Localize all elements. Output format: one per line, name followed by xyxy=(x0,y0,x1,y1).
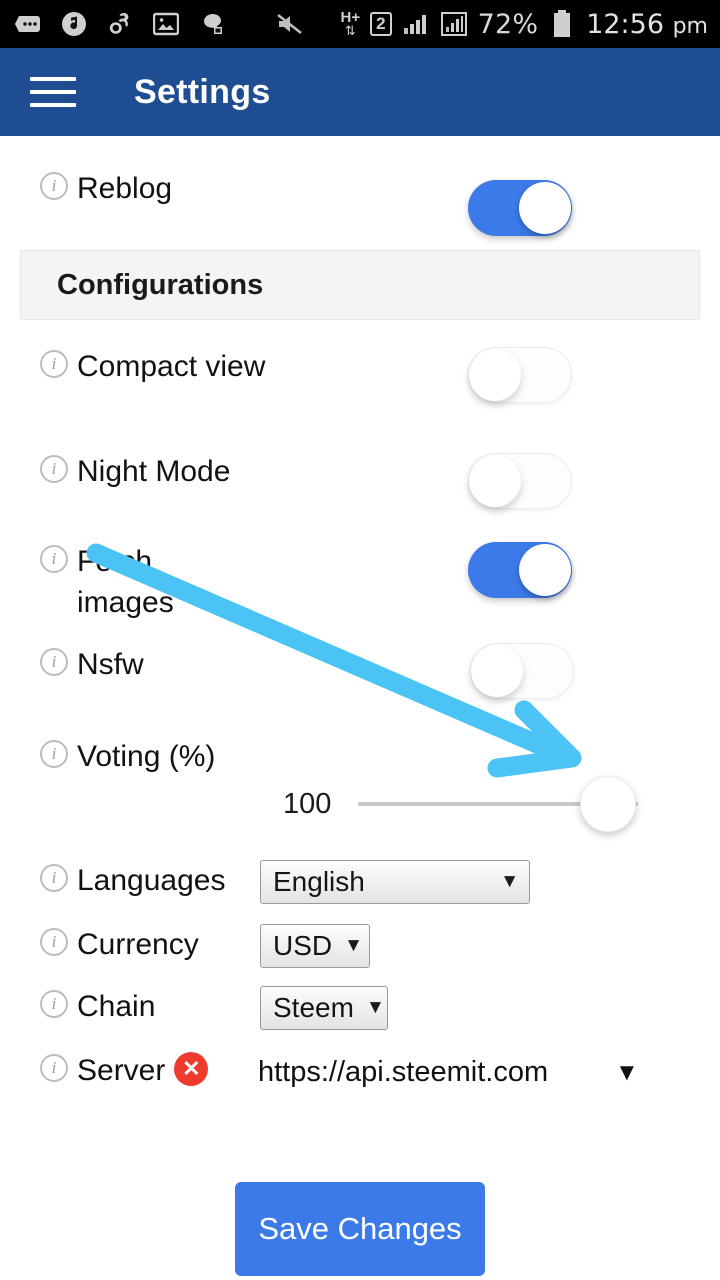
reblog-label-group: i Reblog xyxy=(40,168,172,209)
section-header-configurations: Configurations xyxy=(20,250,700,320)
setting-label: Voting (%) xyxy=(77,740,216,773)
setting-label: Nsfw xyxy=(77,648,144,681)
page-title: Settings xyxy=(134,72,271,111)
voting-slider-thumb[interactable] xyxy=(580,776,636,832)
select-value: USD xyxy=(273,930,333,961)
uc-browser-icon xyxy=(106,10,134,38)
setting-label: Reblog xyxy=(77,172,173,205)
status-bar: H+ ⇅ 2 72% 12:56 pm xyxy=(0,0,720,48)
server-url-value[interactable]: https://api.steemit.com xyxy=(258,1056,548,1089)
toggle-night-mode[interactable] xyxy=(468,453,572,509)
info-icon[interactable]: i xyxy=(40,648,68,676)
setting-row-reblog: i Reblog xyxy=(0,154,720,236)
select-chain[interactable]: Steem ▼ xyxy=(260,986,388,1030)
setting-row-languages: i Languages English ▼ xyxy=(0,852,720,914)
mute-icon xyxy=(276,10,304,38)
voting-label-group: i Voting (%) xyxy=(40,736,215,777)
toggle-reblog[interactable] xyxy=(468,180,572,236)
compact-view-label-group: i Compact view xyxy=(40,346,330,387)
select-languages[interactable]: English ▼ xyxy=(260,860,530,904)
setting-label: Night Mode xyxy=(77,455,231,488)
voting-value-label: 100 xyxy=(283,788,332,820)
app-screen: H+ ⇅ 2 72% 12:56 pm Settings i Reblog Co… xyxy=(0,0,720,1280)
setting-label: Compact view xyxy=(77,350,266,383)
setting-label: Server xyxy=(77,1054,166,1087)
toggle-thumb xyxy=(519,544,571,596)
setting-label: Currency xyxy=(77,928,199,961)
setting-row-fetch-images: i Fetch images xyxy=(0,531,720,626)
setting-row-night-mode: i Night Mode xyxy=(0,441,720,521)
battery-percent-label: 72% xyxy=(477,8,539,40)
chain-label-group: i Chain xyxy=(40,986,155,1027)
chevron-down-icon: ▼ xyxy=(344,935,363,956)
toggle-thumb xyxy=(469,455,521,507)
chevron-down-icon: ▼ xyxy=(500,871,519,892)
clock-label: 12:56 pm xyxy=(586,8,708,40)
setting-row-nsfw: i Nsfw xyxy=(0,636,720,716)
network-type-indicator: H+ ⇅ xyxy=(340,9,361,38)
select-currency[interactable]: USD ▼ xyxy=(260,924,370,968)
toggle-thumb xyxy=(519,182,571,234)
error-circle-icon: ✕ xyxy=(174,1052,209,1086)
info-icon[interactable]: i xyxy=(40,1054,68,1082)
info-icon[interactable]: i xyxy=(40,864,68,892)
toggle-thumb xyxy=(469,349,521,401)
nsfw-label-group: i Nsfw xyxy=(40,644,144,685)
battery-icon xyxy=(548,10,576,38)
music-icon xyxy=(60,10,88,38)
signal-bars-boxed-icon xyxy=(440,10,468,38)
info-icon[interactable]: i xyxy=(40,172,68,200)
select-value: English xyxy=(273,866,365,897)
sim-slot-indicator: 2 xyxy=(370,12,392,36)
settings-content: i Reblog Configurations i Compact view i… xyxy=(0,136,720,1280)
setting-row-voting: i Voting (%) 100 xyxy=(0,728,720,848)
gallery-icon xyxy=(152,10,180,38)
currency-label-group: i Currency xyxy=(40,924,199,965)
setting-row-compact-view: i Compact view xyxy=(0,336,720,431)
setting-row-currency: i Currency USD ▼ xyxy=(0,916,720,978)
setting-label: Chain xyxy=(77,990,156,1023)
status-bar-left-icons xyxy=(0,10,304,38)
setting-label: Languages xyxy=(77,864,226,897)
app-icon xyxy=(198,10,226,38)
fetch-images-label-group: i Fetch images xyxy=(40,541,330,623)
server-label-group: i Server ✕ xyxy=(40,1050,209,1091)
messages-icon xyxy=(14,10,42,38)
section-title: Configurations xyxy=(57,268,264,301)
chevron-down-icon: ▼ xyxy=(365,997,385,1018)
info-icon[interactable]: i xyxy=(40,350,68,378)
chevron-down-icon[interactable]: ▼ xyxy=(615,1059,639,1087)
toggle-compact-view[interactable] xyxy=(468,347,572,403)
info-icon[interactable]: i xyxy=(40,928,68,956)
save-changes-button[interactable]: Save Changes xyxy=(235,1182,485,1276)
setting-row-server: i Server ✕ https://api.steemit.com ▼ xyxy=(0,1042,720,1112)
select-value: Steem xyxy=(273,992,354,1023)
hamburger-icon[interactable] xyxy=(30,77,76,107)
info-icon[interactable]: i xyxy=(40,455,68,483)
app-bar: Settings xyxy=(0,48,720,136)
info-icon[interactable]: i xyxy=(40,740,68,768)
info-icon[interactable]: i xyxy=(40,990,68,1018)
night-mode-label-group: i Night Mode xyxy=(40,451,230,492)
setting-row-chain: i Chain Steem ▼ xyxy=(0,978,720,1040)
toggle-thumb xyxy=(471,645,523,697)
signal-bars-icon xyxy=(402,10,430,38)
setting-label: Fetch images xyxy=(77,545,174,619)
languages-label-group: i Languages xyxy=(40,860,225,901)
status-bar-right-icons: H+ ⇅ 2 72% 12:56 pm xyxy=(341,9,720,40)
info-icon[interactable]: i xyxy=(40,545,68,573)
toggle-nsfw[interactable] xyxy=(470,643,574,699)
toggle-fetch-images[interactable] xyxy=(468,542,572,598)
